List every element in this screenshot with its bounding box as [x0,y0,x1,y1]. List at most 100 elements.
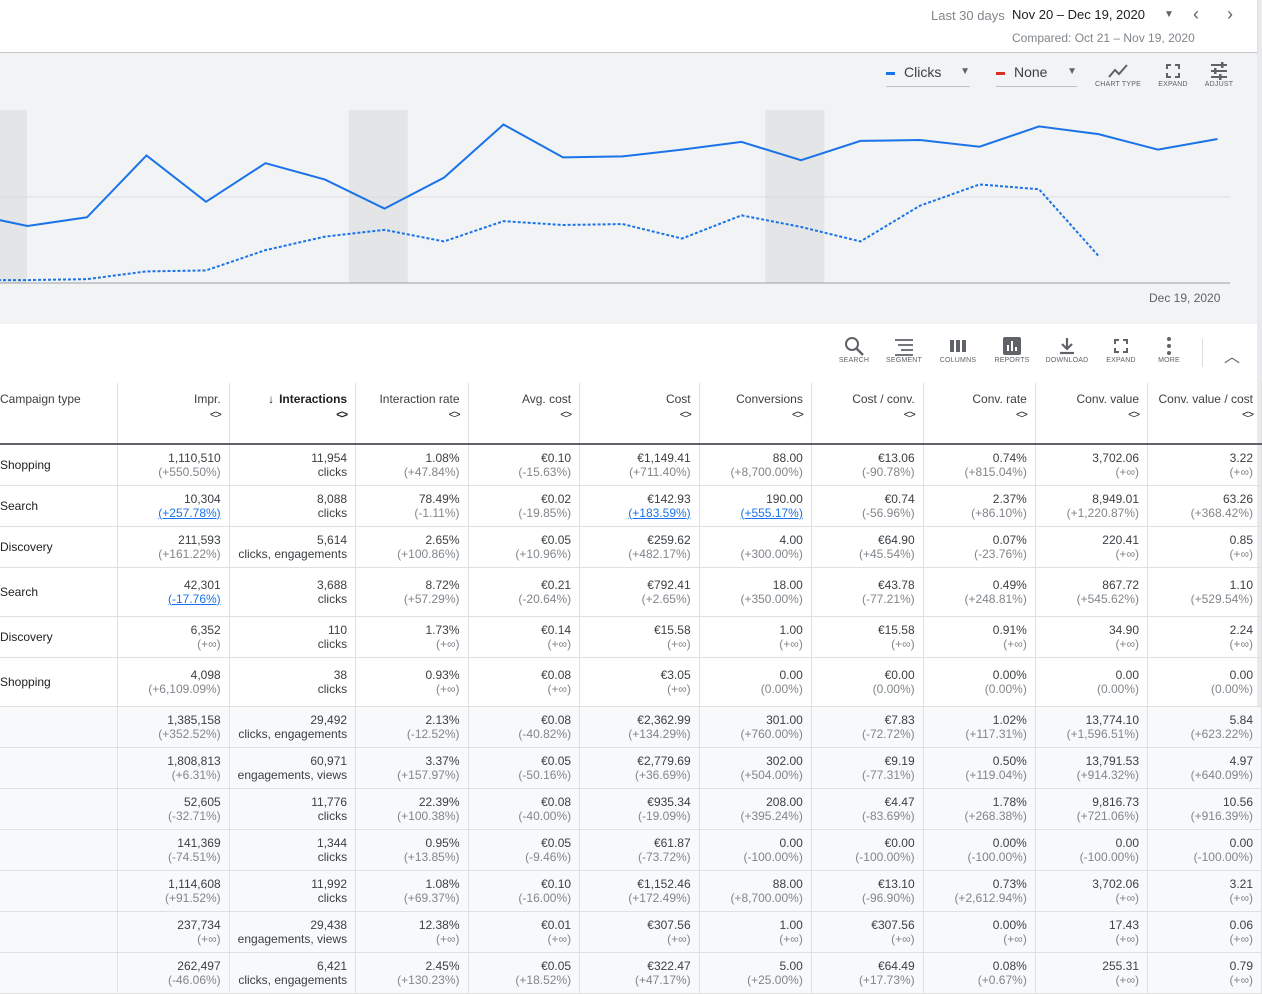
metric-value: 255.31 [1102,958,1139,973]
sort-toggle-icon[interactable]: <> [238,409,348,421]
campaign-type-cell [0,747,118,789]
metric-cell: €0.10 (-16.00%) [468,870,581,912]
metric-value: 110 [327,622,348,637]
metric-change: (+2,612.94%) [954,890,1027,905]
reports-button[interactable]: REPORTS [990,335,1034,364]
metric-1-selector[interactable]: Clicks ▼ [886,64,970,87]
metric-change: (+∞) [1229,890,1253,905]
column-header-interactions[interactable]: ↓ Interactions <> [229,383,357,445]
date-range-selector[interactable]: Nov 20 – Dec 19, 2020 [1012,7,1145,22]
metric-value: 3,702.06 [1092,876,1139,891]
sort-toggle-icon[interactable]: <> [364,409,461,421]
metric-cell: 2.13% (-12.52%) [355,706,469,748]
download-button[interactable]: DOWNLOAD [1043,335,1091,364]
metric-value: 8.72% [425,577,460,592]
metric-change: (-74.51%) [167,849,221,864]
next-period-icon[interactable]: › [1220,4,1240,24]
metric-value: 0.93% [425,667,460,682]
metric-change: (+350.00%) [740,591,803,606]
metric-cell: 8,088 clicks [229,485,357,527]
metric-value: 2.37% [992,491,1027,506]
column-header-label: Cost [665,392,691,406]
sort-toggle-icon[interactable]: <> [477,409,572,421]
chart-expand-button[interactable]: EXPAND [1155,61,1191,88]
metric-change: (+91.52%) [164,890,221,905]
column-header-conversion-value-per-cost[interactable]: Conv. value / cost <> [1147,383,1262,445]
sort-toggle-icon[interactable]: <> [588,409,692,421]
table-row: Shopping 1,110,510 (+550.50%) 11,954 clicks 1… [0,444,1262,486]
column-header-impressions[interactable]: Impr. <> [117,383,230,445]
column-header-conversion-rate[interactable]: Conv. rate <> [923,383,1036,445]
adjust-button[interactable]: ADJUST [1201,61,1237,88]
metric-cell: 1,110,510 (+550.50%) [117,444,230,486]
column-header-label: Conv. value [1076,392,1139,406]
metric-change: (+∞) [1229,931,1253,946]
metric-value: €0.01 [541,917,572,932]
sort-toggle-icon[interactable]: <> [708,409,804,421]
metric-value: €13.06 [877,450,915,465]
collapse-chevron-up-icon[interactable]: ︿ [1224,343,1240,367]
metric-change: (-90.78%) [861,464,915,479]
column-header-conversion-value[interactable]: Conv. value <> [1035,383,1149,445]
metric-cell: €9.19 (-77.31%) [811,747,924,789]
chevron-down-icon: ▼ [960,66,970,77]
metric-value: 211,593 [178,532,221,547]
sort-toggle-icon[interactable]: <> [820,409,916,421]
sort-toggle-icon[interactable]: <> [932,409,1028,421]
campaign-type-cell [0,870,118,912]
metric-change: (+∞) [197,636,221,651]
segment-button[interactable]: SEGMENT [884,335,924,364]
expand-icon [1166,64,1180,78]
metric-value: 1.08% [425,876,460,891]
metric-change[interactable]: (+183.59%) [588,506,690,520]
metric-value: 0.00% [992,667,1027,682]
column-header-interaction-rate[interactable]: Interaction rate <> [355,383,469,445]
metric-change[interactable]: (+555.17%) [708,506,802,520]
metric-value: €64.90 [877,532,915,547]
campaign-type-cell: Shopping [0,657,118,707]
metric-value: 0.95% [425,835,460,850]
metric-change: (+504.00%) [740,767,803,782]
interaction-types: clicks [317,505,348,520]
column-header-cost[interactable]: Cost <> [579,383,700,445]
metric-change[interactable]: (-17.76%) [126,592,221,606]
columns-button[interactable]: COLUMNS [936,335,980,364]
sort-descending-icon: ↓ [268,392,275,406]
table-expand-button[interactable]: EXPAND [1103,335,1139,364]
chart-type-label: CHART TYPE [1095,81,1141,88]
column-header-avg-cost[interactable]: Avg. cost <> [468,383,581,445]
metric-cell: 22.39% (+100.38%) [355,788,469,830]
metric-value: 22.39% [418,794,460,809]
comparison-series-line [0,183,1100,282]
metric-cell: 255.31 (+∞) [1035,952,1149,994]
metric-cell: €792.41 (+2.65%) [579,567,700,617]
column-header-label: Cost / conv. [852,392,915,406]
metric-change: (-50.16%) [518,767,572,782]
metric-change[interactable]: (+257.78%) [126,506,220,520]
metric-value: 1,110,510 [168,450,221,465]
metric-value: 5,614 [317,532,348,547]
metric-cell: 3,702.06 (+∞) [1035,870,1149,912]
search-button[interactable]: SEARCH [836,335,872,364]
metric-value: 42,301 [183,577,221,592]
adjust-sliders-icon [1211,62,1227,80]
column-header-cost-per-conversion[interactable]: Cost / conv. <> [811,383,924,445]
sort-toggle-icon[interactable]: <> [1044,409,1140,421]
sort-toggle-icon[interactable]: <> [1156,409,1254,421]
more-button[interactable]: MORE [1151,335,1187,364]
date-dropdown-arrow-icon[interactable]: ▼ [1164,9,1174,20]
metric-value: €0.05 [541,958,572,973]
toolbar-divider [1202,339,1203,367]
metric-2-selector[interactable]: None ▼ [996,64,1077,87]
metric-value: 0.00 [1115,667,1139,682]
previous-period-icon[interactable]: ‹ [1186,4,1206,24]
interaction-types: clicks [317,464,348,479]
column-header-campaign-type[interactable]: Campaign type [0,383,118,445]
metric-change: (+∞) [1229,546,1253,561]
metric-value: €13.10 [877,876,915,891]
chart-type-button[interactable]: CHART TYPE [1094,61,1142,88]
column-header-conversions[interactable]: Conversions <> [699,383,812,445]
metric-cell: 11,954 clicks [229,444,357,486]
sort-toggle-icon[interactable]: <> [126,409,222,421]
table-row: 237,734 (+∞) 29,438 engagements, views 12.38… [0,911,1262,953]
